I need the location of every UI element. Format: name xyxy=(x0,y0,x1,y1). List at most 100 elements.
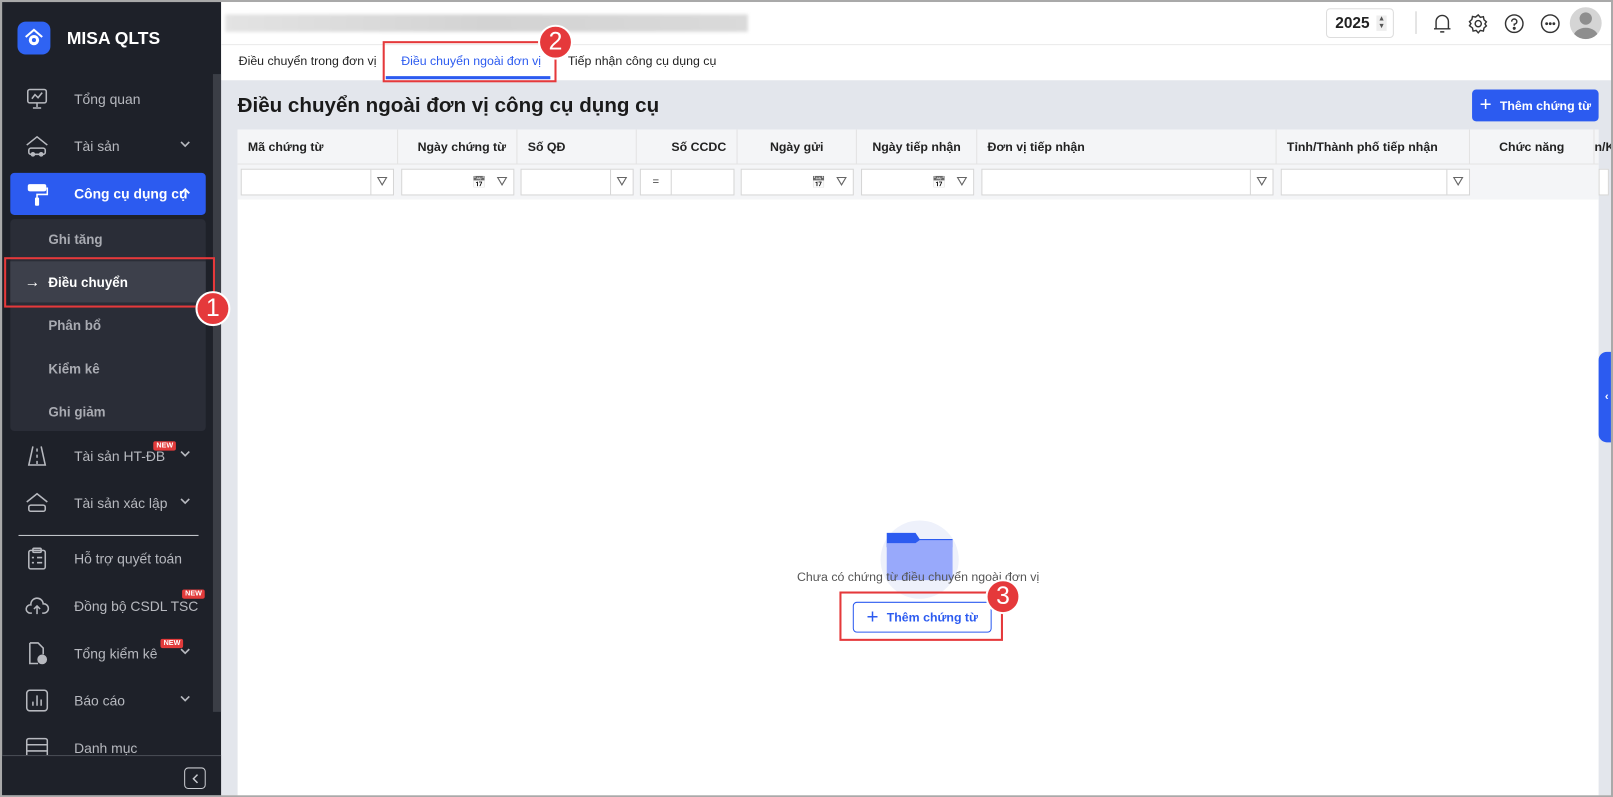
column-header[interactable]: Ngày gửi xyxy=(738,129,857,165)
collapse-sidebar-button[interactable] xyxy=(184,767,206,790)
filter-icon[interactable]: ⛛ xyxy=(951,170,974,195)
sidebar-item-label: Hỗ trợ quyết toán xyxy=(74,550,182,567)
data-grid: Mã chứng từ Ngày chứng từ Số QĐ Số CCDC … xyxy=(237,129,1611,796)
house-car-icon xyxy=(25,491,50,516)
sidebar-item-dong-bo-csdl-tsc[interactable]: Đồng bộ CSDL TSC NEW xyxy=(10,585,206,626)
submenu-item-ghi-tang[interactable]: Ghi tăng xyxy=(10,218,205,259)
annotation-box-2 xyxy=(382,41,557,83)
new-badge: NEW xyxy=(182,589,206,599)
sidebar-item-cong-cu-dung-cu[interactable]: Công cụ dụng cụ xyxy=(10,172,206,215)
road-icon xyxy=(25,443,50,468)
chevron-left-icon: ‹ xyxy=(1604,390,1609,404)
annotation-marker-2: 2 xyxy=(538,24,573,60)
year-value: 2025 xyxy=(1335,14,1370,32)
column-header[interactable]: Chức năng xyxy=(1470,129,1595,165)
submenu-item-phan-bo[interactable]: Phân bổ xyxy=(10,304,205,345)
page-title: Điều chuyển ngoài đơn vị công cụ dụng cụ xyxy=(237,94,660,118)
sidebar-item-ho-tro-quyet-toan[interactable]: Hỗ trợ quyết toán xyxy=(10,538,205,579)
sidebar-item-tai-san-ht-db[interactable]: Tài sản HT-ĐB NEW xyxy=(10,435,205,476)
annotation-box-3 xyxy=(839,591,1003,641)
header-separator xyxy=(1415,11,1417,34)
filter-icon[interactable]: ⛛ xyxy=(1249,169,1273,195)
empty-state-message: Chưa có chứng từ điều chuyển ngoài đơn v… xyxy=(797,569,1040,585)
tab-tiep-nhan-ccdc[interactable]: Tiếp nhận công cụ dụng cụ xyxy=(568,53,716,67)
filter-input-tinh-thanh-pho[interactable]: ⛛ xyxy=(1280,168,1471,196)
sidebar-item-label: Báo cáo xyxy=(74,692,126,709)
submenu-item-ghi-giam[interactable]: Ghi giảm xyxy=(10,391,205,432)
sidebar-scrollbar[interactable] xyxy=(212,74,222,712)
sidebar-item-label: Tổng kiểm kê xyxy=(74,645,158,661)
paint-roller-icon xyxy=(25,182,50,207)
sidebar-item-label: Tài sản xác lập xyxy=(74,495,168,511)
avatar[interactable] xyxy=(1569,7,1602,40)
sidebar-item-label: Đồng bộ CSDL TSC xyxy=(74,598,199,614)
column-header[interactable]: n/K xyxy=(1594,130,1610,165)
clipboard-icon xyxy=(25,546,50,571)
chevron-up-icon xyxy=(179,185,191,200)
calendar-icon[interactable]: 📅 xyxy=(808,170,831,195)
sidebar-item-tong-quan[interactable]: Tổng quan xyxy=(10,78,205,119)
chevron-down-icon xyxy=(179,447,191,462)
sidebar-item-tai-san[interactable]: Tài sản xyxy=(10,126,205,167)
filter-icon[interactable]: ⛛ xyxy=(370,169,393,195)
filter-icon[interactable]: ⛛ xyxy=(491,170,514,195)
cloud-upload-icon xyxy=(25,594,50,619)
column-header[interactable]: Mã chứng từ xyxy=(238,129,399,165)
filter-input-partial[interactable] xyxy=(1598,168,1609,196)
chevron-down-icon xyxy=(179,692,191,707)
add-voucher-button[interactable]: + Thêm chứng từ xyxy=(1472,89,1599,122)
calendar-icon[interactable]: 📅 xyxy=(468,170,491,195)
filter-icon[interactable]: ⛛ xyxy=(610,169,633,195)
chevron-down-icon xyxy=(179,495,191,510)
sidebar-item-tai-san-xac-lap[interactable]: Tài sản xác lập xyxy=(10,482,205,523)
annotation-marker-1: 1 xyxy=(195,291,231,327)
annotation-box-1 xyxy=(4,257,215,308)
logo-icon xyxy=(17,21,51,55)
stepper-arrows-icon[interactable]: ▲ ▼ xyxy=(1376,15,1387,31)
grid-header-row: Mã chứng từ Ngày chứng từ Số QĐ Số CCDC … xyxy=(237,129,1611,165)
bar-chart-icon xyxy=(25,688,50,713)
filter-input-ngay-gui[interactable]: 📅 ⛛ xyxy=(740,168,854,196)
calendar-icon[interactable]: 📅 xyxy=(928,170,951,195)
column-header[interactable]: Số QĐ xyxy=(517,129,637,165)
filter-input-ngay-chung-tu[interactable]: 📅 ⛛ xyxy=(401,168,515,196)
house-car-icon xyxy=(25,134,50,159)
filter-input-ngay-tiep-nhan[interactable]: 📅 ⛛ xyxy=(861,168,975,196)
submenu-item-kiem-ke[interactable]: Kiểm kê xyxy=(10,348,205,389)
sidebar-item-label: Tài sản HT-ĐB xyxy=(74,447,166,464)
monitor-chart-icon xyxy=(25,86,50,111)
filter-input-so-ccdc[interactable]: = xyxy=(639,168,735,196)
blurred-breadcrumb xyxy=(225,14,748,32)
sidebar-item-label: Công cụ dụng cụ xyxy=(74,186,188,202)
column-header[interactable]: Đơn vị tiếp nhận xyxy=(977,129,1277,165)
chevron-left-icon xyxy=(191,773,198,783)
help-icon[interactable] xyxy=(1503,12,1526,35)
column-header[interactable]: Tỉnh/Thành phố tiếp nhận xyxy=(1277,129,1471,165)
sidebar-item-tong-kiem-ke[interactable]: Tổng kiểm kê NEW xyxy=(10,633,205,674)
operator-select[interactable]: = xyxy=(641,169,672,195)
new-badge: NEW xyxy=(153,441,177,451)
filter-icon[interactable]: ⛛ xyxy=(1446,169,1469,195)
gear-icon[interactable] xyxy=(1467,12,1490,35)
column-header[interactable]: Ngày chứng từ xyxy=(398,129,518,165)
expand-right-panel-button[interactable]: ‹ xyxy=(1598,351,1611,443)
column-header[interactable]: Ngày tiếp nhận xyxy=(857,129,978,165)
document-check-icon xyxy=(25,641,50,666)
grid-filter-row: ⛛ 📅 ⛛ ⛛ = 📅 ⛛ 📅 ⛛ ⛛ ⛛ xyxy=(237,164,1609,200)
app-window: MISA QLTS Tổng quan Tài sản Công cụ dụng… xyxy=(0,0,1613,797)
column-header[interactable]: Số CCDC xyxy=(637,129,738,165)
sidebar-item-label: Tổng quan xyxy=(74,91,141,107)
top-header: 2025 ▲ ▼ xyxy=(221,2,1611,46)
plus-icon: + xyxy=(1479,93,1492,117)
sidebar-item-bao-cao[interactable]: Báo cáo xyxy=(10,680,205,721)
filter-input-don-vi-tiep-nhan[interactable]: ⛛ xyxy=(981,168,1274,196)
filter-input-so-qd[interactable]: ⛛ xyxy=(520,168,634,196)
filter-input-ma-chung-tu[interactable]: ⛛ xyxy=(240,168,394,196)
sidebar-divider xyxy=(18,534,199,536)
more-icon[interactable] xyxy=(1539,12,1562,35)
year-stepper[interactable]: 2025 ▲ ▼ xyxy=(1325,8,1394,39)
bell-icon[interactable] xyxy=(1431,12,1454,35)
tab-dieu-chuyen-trong-don-vi[interactable]: Điều chuyển trong đơn vị xyxy=(239,53,377,67)
chevron-down-icon xyxy=(179,645,191,660)
filter-icon[interactable]: ⛛ xyxy=(830,170,853,195)
